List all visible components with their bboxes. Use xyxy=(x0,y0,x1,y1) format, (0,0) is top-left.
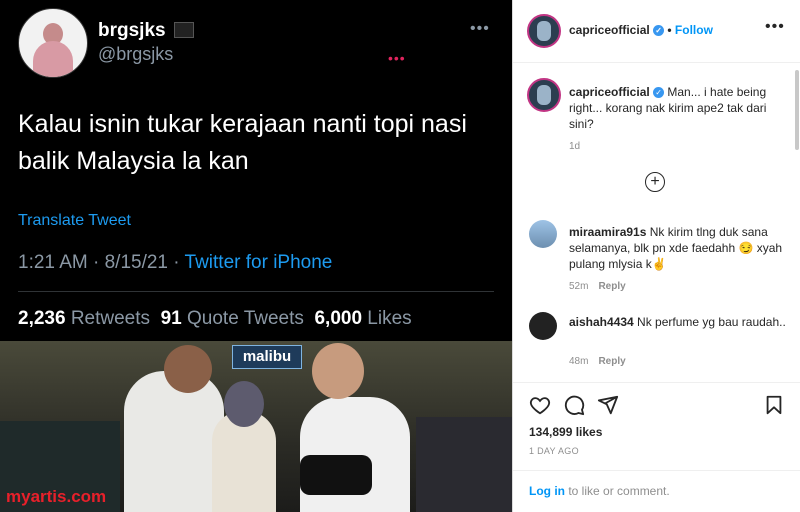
add-icon[interactable]: + xyxy=(645,172,665,192)
instagram-panel: capriceofficial ✓ • Follow ••• capriceof… xyxy=(512,0,800,512)
tweet-text: Kalau isnin tukar kerajaan nanti topi na… xyxy=(18,110,467,175)
flag-icon xyxy=(174,22,194,38)
divider xyxy=(18,291,494,292)
quotes-count[interactable]: 91 xyxy=(161,308,182,329)
comment-icon[interactable] xyxy=(563,394,585,416)
likes-count[interactable]: 134,899 likes xyxy=(529,425,602,439)
comment-time[interactable]: 48m xyxy=(569,356,588,367)
more-icon[interactable]: ••• xyxy=(765,18,785,36)
quotes-label[interactable]: Quote Tweets xyxy=(187,308,304,329)
tweet-handle[interactable]: @brgsjks xyxy=(98,44,173,65)
tweet-display-name[interactable]: brgsjks xyxy=(98,20,166,42)
caption-avatar[interactable] xyxy=(527,78,561,112)
tweet-timestamp[interactable]: 1:21 AM · 8/15/21 · xyxy=(18,252,185,273)
ig-header-avatar[interactable] xyxy=(527,14,561,48)
login-link[interactable]: Log in xyxy=(529,484,565,498)
divider xyxy=(513,62,800,63)
post-age[interactable]: 1 DAY AGO xyxy=(529,446,579,456)
comment-item: miraamira91s Nk kirim tlng duk sana sela… xyxy=(569,224,789,272)
photo-person-middle-head xyxy=(224,381,264,427)
comment-username[interactable]: aishah4434 xyxy=(569,315,634,329)
photo-crowd-right xyxy=(416,417,512,512)
tweet-stats: 2,236 Retweets 91 Quote Tweets 6,000 Lik… xyxy=(18,308,412,330)
comment-avatar[interactable] xyxy=(529,220,557,248)
follow-separator: • xyxy=(664,23,675,37)
photo-person-right-head xyxy=(312,343,364,399)
tweet-avatar[interactable] xyxy=(18,8,88,78)
tweet-panel: brgsjks @brgsjks ••• ••• Kalau isnin tuk… xyxy=(0,0,512,512)
ig-header: capriceofficial ✓ • Follow xyxy=(569,23,713,37)
login-prompt: Log in to like or comment. xyxy=(529,484,670,498)
tweet-meta: 1:21 AM · 8/15/21 · Twitter for iPhone xyxy=(18,252,332,274)
likes-count[interactable]: 6,000 xyxy=(314,308,362,329)
comment-avatar[interactable] xyxy=(529,312,557,340)
retweets-label[interactable]: Retweets xyxy=(71,308,150,329)
comment-meta: 52m Reply xyxy=(569,281,626,292)
reply-button[interactable]: Reply xyxy=(598,356,625,367)
comment-meta: 48m Reply xyxy=(569,356,626,367)
caption-username[interactable]: capriceofficial xyxy=(569,85,650,99)
share-icon[interactable] xyxy=(597,394,619,416)
photo-person-left xyxy=(124,371,224,512)
photo-person-left-head xyxy=(164,345,212,393)
tweet-more-icon[interactable]: ••• xyxy=(470,20,490,38)
likes-label[interactable]: Likes xyxy=(367,308,411,329)
bookmark-icon[interactable] xyxy=(763,394,785,416)
comment-username[interactable]: miraamira91s xyxy=(569,225,646,239)
avatar-figure xyxy=(537,85,551,105)
watermark: myartis.com xyxy=(6,487,107,506)
red-dots-decoration: ••• xyxy=(388,50,406,66)
heart-icon[interactable] xyxy=(529,394,551,416)
reply-button[interactable]: Reply xyxy=(598,281,625,292)
translate-tweet-link[interactable]: Translate Tweet xyxy=(18,212,131,230)
login-text: to like or comment. xyxy=(565,484,670,498)
verified-icon: ✓ xyxy=(653,25,665,37)
avatar-body-shape xyxy=(33,41,73,77)
divider xyxy=(513,470,800,471)
avatar-figure xyxy=(537,21,551,41)
photo-shop-sign: malibu xyxy=(232,345,302,369)
photo-bag xyxy=(300,455,372,495)
retweets-count[interactable]: 2,236 xyxy=(18,308,66,329)
comment-item: aishah4434 Nk perfume yg bau raudah.. xyxy=(569,314,789,330)
caption: capriceofficial ✓ Man... i hate being ri… xyxy=(569,84,789,132)
comment-time[interactable]: 52m xyxy=(569,281,588,292)
verified-icon: ✓ xyxy=(653,87,665,99)
comment-text: Nk perfume yg bau raudah.. xyxy=(633,315,786,329)
tweet-source-link[interactable]: Twitter for iPhone xyxy=(185,252,333,273)
caption-time[interactable]: 1d xyxy=(569,141,580,152)
follow-button[interactable]: Follow xyxy=(675,23,713,37)
scrollbar[interactable] xyxy=(795,70,799,150)
ig-account-name[interactable]: capriceofficial xyxy=(569,23,650,37)
divider xyxy=(513,382,800,383)
